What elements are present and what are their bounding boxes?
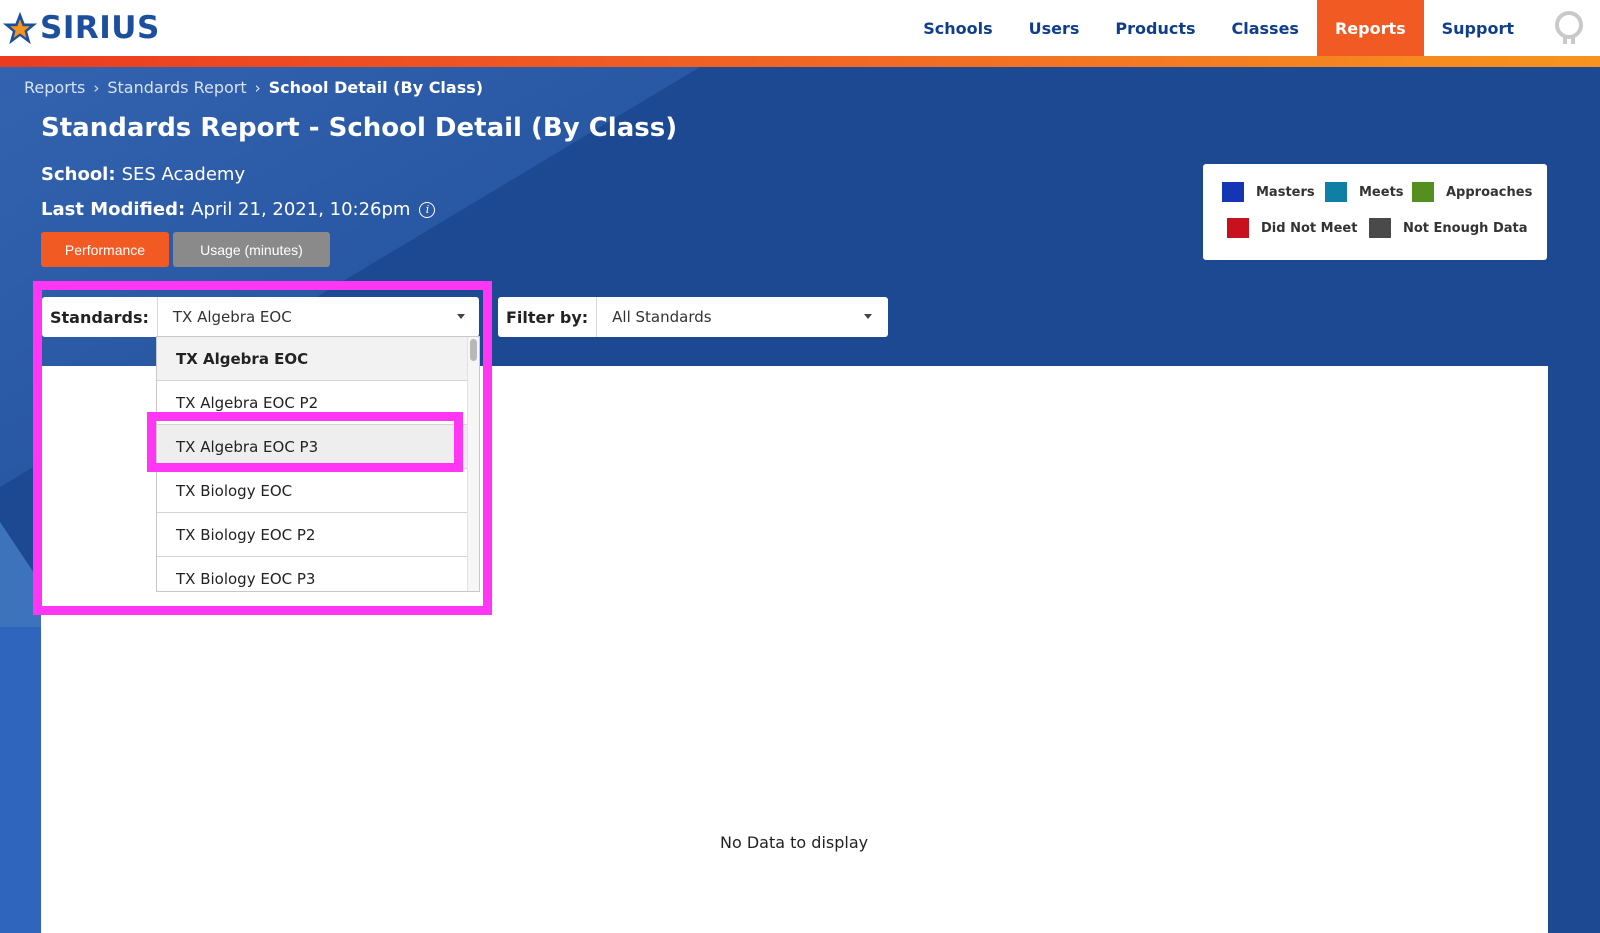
school-label: School:: [41, 164, 116, 185]
standards-filter: Standards: TX Algebra EOC: [42, 297, 479, 337]
nav-reports[interactable]: Reports: [1316, 0, 1424, 56]
breadcrumb-current: School Detail (By Class): [268, 78, 484, 97]
school-line: School: SES Academy: [41, 164, 245, 185]
legend-meets: Meets: [1325, 182, 1404, 202]
nav-accent-bar: [0, 56, 1600, 67]
last-modified-value: April 21, 2021, 10:26pm: [191, 199, 411, 220]
breadcrumb: Reports › Standards Report › School Deta…: [24, 78, 483, 97]
legend-label: Approaches: [1446, 184, 1533, 200]
breadcrumb-reports[interactable]: Reports: [24, 78, 85, 97]
no-data-message: No Data to display: [720, 833, 869, 852]
school-value: SES Academy: [121, 164, 246, 185]
legend-swatch: [1222, 182, 1244, 202]
legend-masters: Masters: [1222, 182, 1315, 202]
legend-swatch: [1412, 182, 1434, 202]
last-modified-label: Last Modified:: [41, 199, 186, 220]
main-nav: Schools Users Products Classes Reports S…: [905, 0, 1600, 56]
filter-by-select[interactable]: All Standards: [596, 297, 886, 337]
chevron-right-icon: ›: [254, 78, 261, 97]
performance-button[interactable]: Performance: [41, 232, 169, 267]
legend-did-not-meet: Did Not Meet: [1227, 218, 1357, 238]
standards-label: Standards:: [50, 307, 149, 327]
user-profile-icon: [1555, 11, 1583, 44]
legend-approaches: Approaches: [1412, 182, 1532, 202]
top-navigation-bar: SIRIUS Schools Users Products Classes Re…: [0, 0, 1600, 56]
legend-label: Meets: [1359, 184, 1404, 200]
dropdown-option[interactable]: TX Biology EOC P3: [157, 557, 468, 591]
legend-not-enough-data: Not Enough Data: [1369, 218, 1528, 238]
info-icon[interactable]: i: [419, 201, 436, 218]
breadcrumb-standards-report[interactable]: Standards Report: [107, 78, 246, 97]
filter-by: Filter by: All Standards: [498, 297, 888, 337]
standards-dropdown-list[interactable]: TX Algebra EOC TX Algebra EOC P2 TX Alge…: [156, 336, 480, 592]
last-modified-line: Last Modified: April 21, 2021, 10:26pm i: [41, 199, 436, 220]
nav-users[interactable]: Users: [1011, 0, 1098, 56]
legend-swatch: [1227, 218, 1249, 238]
nav-classes[interactable]: Classes: [1214, 0, 1317, 56]
usage-minutes-button[interactable]: Usage (minutes): [173, 232, 330, 267]
dropdown-option[interactable]: TX Algebra EOC P2: [157, 381, 468, 425]
page-title: Standards Report - School Detail (By Cla…: [41, 113, 678, 143]
legend-label: Did Not Meet: [1261, 220, 1358, 236]
logo-text: SIRIUS: [40, 10, 160, 46]
dropdown-option[interactable]: TX Algebra EOC: [157, 337, 468, 381]
caret-down-icon: [864, 314, 873, 319]
caret-down-icon: [457, 314, 465, 319]
filter-by-select-value: All Standards: [612, 308, 712, 326]
legend-swatch: [1325, 182, 1347, 202]
performance-legend: Masters Meets Approaches Did Not Meet No…: [1203, 164, 1547, 260]
chevron-right-icon: ›: [93, 78, 100, 97]
filter-by-label: Filter by:: [506, 307, 589, 327]
legend-label: Masters: [1256, 184, 1315, 200]
nav-products[interactable]: Products: [1097, 0, 1213, 56]
dropdown-option[interactable]: TX Biology EOC: [157, 469, 468, 513]
nav-schools[interactable]: Schools: [905, 0, 1010, 56]
user-avatar[interactable]: [1532, 0, 1600, 56]
legend-label: Not Enough Data: [1403, 220, 1528, 236]
sirius-logo[interactable]: SIRIUS: [2, 8, 160, 48]
standards-select-value: TX Algebra EOC: [172, 308, 292, 326]
standards-select[interactable]: TX Algebra EOC: [156, 297, 479, 337]
star-logo-icon: [2, 11, 38, 45]
nav-support[interactable]: Support: [1424, 0, 1532, 56]
dropdown-option[interactable]: TX Biology EOC P2: [157, 513, 468, 557]
dropdown-option[interactable]: TX Algebra EOC P3: [157, 425, 468, 469]
legend-swatch: [1369, 218, 1391, 238]
scrollbar-thumb[interactable]: [470, 339, 477, 361]
dropdown-scrollbar[interactable]: [467, 337, 479, 591]
